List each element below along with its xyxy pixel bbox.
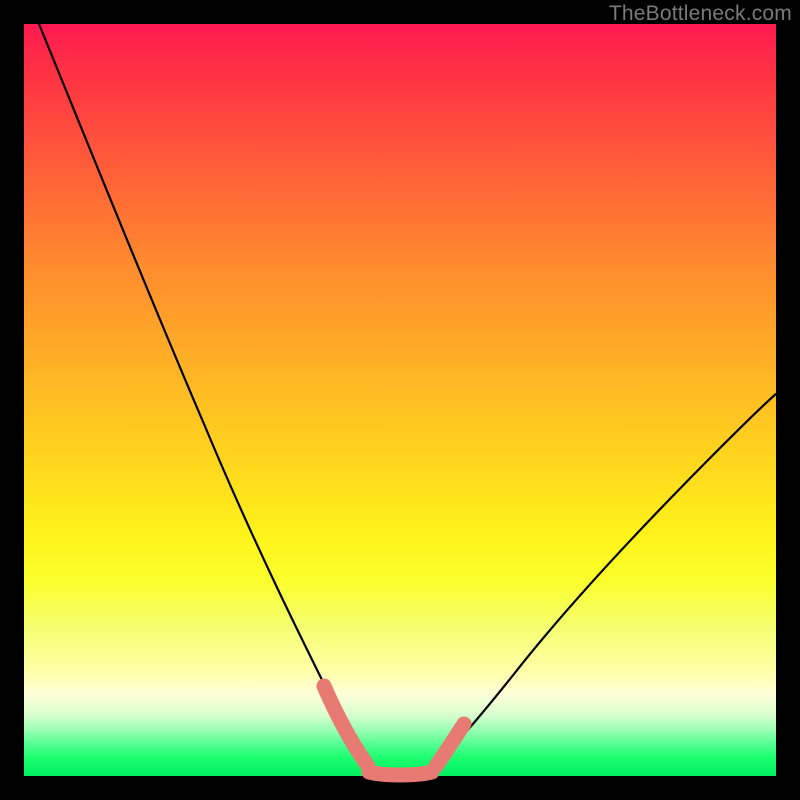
chart-plot-area [24, 24, 776, 776]
red-overlay-right [436, 724, 464, 766]
red-overlay-bottom [369, 772, 432, 775]
red-overlay-left [324, 686, 368, 766]
right-curve [428, 394, 776, 769]
left-curve [39, 24, 376, 770]
chart-frame: TheBottleneck.com [0, 0, 800, 800]
watermark-text: TheBottleneck.com [609, 2, 792, 26]
chart-svg [24, 24, 776, 776]
